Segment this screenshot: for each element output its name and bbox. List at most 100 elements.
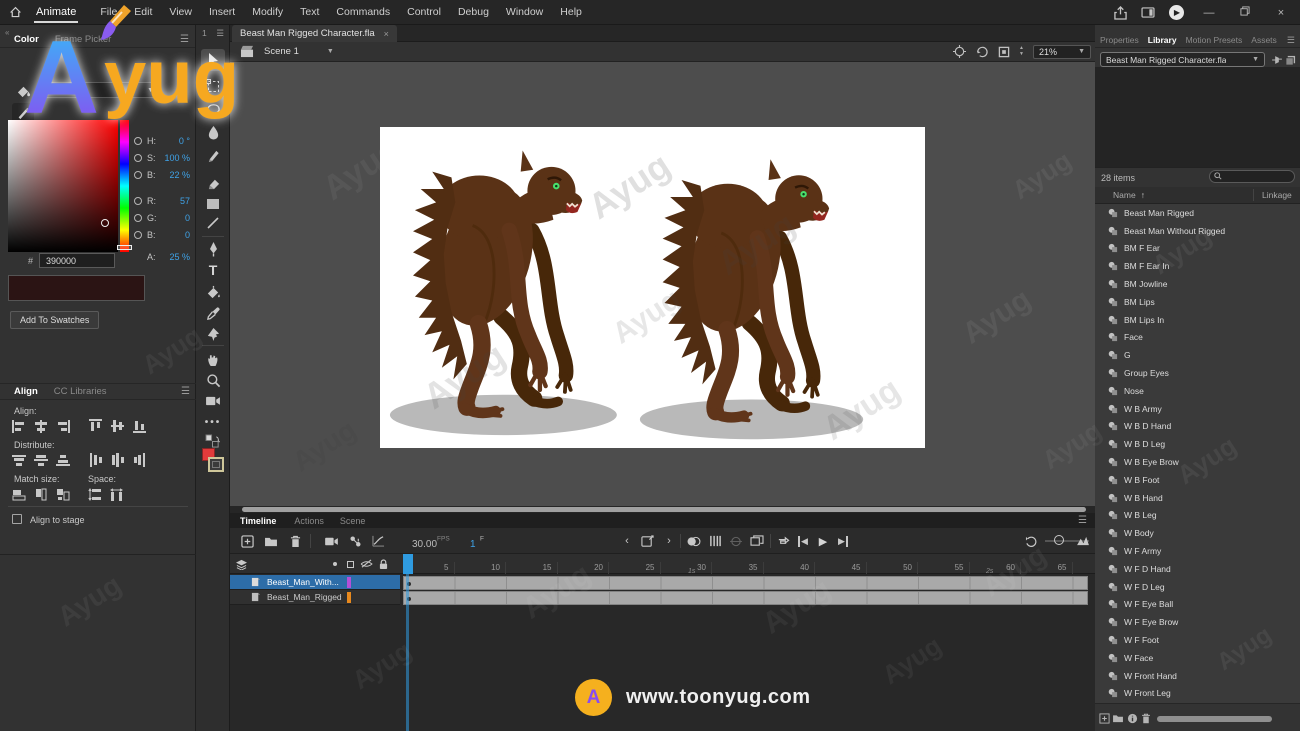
pin-library-icon[interactable] bbox=[1271, 56, 1283, 64]
stroke-color-swatch[interactable] bbox=[208, 457, 224, 472]
fluid-brush-tool[interactable] bbox=[201, 121, 225, 143]
zoom-tool[interactable] bbox=[201, 369, 225, 391]
saturation-radio[interactable] bbox=[134, 154, 142, 162]
animate-app-tab[interactable]: Animate bbox=[36, 0, 76, 25]
library-item-row[interactable]: BM F Ear In bbox=[1095, 257, 1300, 275]
graph-editor-button[interactable] bbox=[369, 532, 387, 550]
loop-playback-button[interactable] bbox=[774, 532, 792, 550]
step-forward-icon[interactable]: ▶ bbox=[834, 532, 852, 550]
current-frame-field[interactable]: 1 F bbox=[470, 534, 484, 552]
delete-layer-button[interactable] bbox=[286, 532, 304, 550]
resize-timeline-view-icon[interactable] bbox=[1074, 532, 1092, 550]
library-item-row[interactable]: W F Army bbox=[1095, 542, 1300, 560]
document-tab[interactable]: Beast Man Rigged Character.fla × bbox=[232, 25, 397, 42]
test-movie-button[interactable]: ▶ bbox=[1169, 5, 1184, 20]
library-item-row[interactable]: Nose bbox=[1095, 382, 1300, 400]
eraser-tool[interactable] bbox=[201, 172, 225, 194]
brightness-radio[interactable] bbox=[134, 171, 142, 179]
new-folder-button[interactable] bbox=[1112, 712, 1124, 724]
scrollbar-thumb[interactable] bbox=[242, 507, 1086, 512]
layer-row[interactable]: Beast_Man_Rigged bbox=[230, 590, 400, 605]
pen-tool[interactable] bbox=[201, 238, 225, 260]
space-horizontal-button[interactable] bbox=[108, 486, 126, 502]
align-to-stage-checkbox[interactable] bbox=[12, 514, 22, 524]
match-height-button[interactable] bbox=[32, 486, 50, 502]
zoom-level-dropdown[interactable]: 21% ▼ bbox=[1033, 45, 1091, 59]
space-vertical-button[interactable] bbox=[86, 486, 104, 502]
selection-tool[interactable] bbox=[201, 49, 225, 71]
tab-library[interactable]: Library bbox=[1148, 35, 1177, 45]
library-item-row[interactable]: W B Eye Brow bbox=[1095, 453, 1300, 471]
zoom-stepper[interactable]: ▲▼ bbox=[1019, 46, 1024, 57]
library-item-row[interactable]: W Body bbox=[1095, 524, 1300, 542]
tab-motion-presets[interactable]: Motion Presets bbox=[1186, 35, 1243, 45]
color-picker-marker[interactable] bbox=[101, 219, 109, 227]
close-tab-icon[interactable]: × bbox=[384, 29, 389, 39]
camera-tool[interactable] bbox=[201, 390, 225, 412]
scene-chevron-icon[interactable]: ▼ bbox=[327, 48, 334, 55]
library-item-row[interactable]: W Face bbox=[1095, 649, 1300, 667]
alpha-value[interactable]: 25 % bbox=[169, 252, 194, 262]
step-back-icon[interactable]: ◀ bbox=[794, 532, 812, 550]
free-transform-tool[interactable] bbox=[201, 75, 225, 97]
panel-menu-icon[interactable]: ☰ bbox=[1078, 515, 1087, 526]
clip-content-icon[interactable] bbox=[998, 46, 1010, 58]
beast-character-right[interactable] bbox=[638, 143, 884, 446]
menu-item[interactable]: Commands bbox=[336, 6, 390, 18]
red-radio[interactable] bbox=[134, 197, 142, 205]
brightness-value[interactable]: 22 % bbox=[169, 170, 194, 180]
frame-ruler[interactable]: 5101520253035404550556065 bbox=[403, 562, 1088, 574]
onion-skin-button[interactable] bbox=[684, 532, 702, 550]
frame-rate-field[interactable]: 30.00FPS bbox=[412, 534, 450, 552]
blue-radio[interactable] bbox=[134, 231, 142, 239]
timeline-zoom-slider[interactable] bbox=[1054, 535, 1064, 545]
menu-item[interactable]: Control bbox=[407, 6, 441, 18]
library-item-row[interactable]: W B D Leg bbox=[1095, 435, 1300, 453]
stage-horizontal-scrollbar[interactable] bbox=[230, 506, 1095, 513]
tab-properties[interactable]: Properties bbox=[1100, 35, 1139, 45]
menu-item[interactable]: File bbox=[100, 6, 117, 18]
library-item-row[interactable]: W Front Leg bbox=[1095, 685, 1300, 703]
color-type-dropdown[interactable]: color ▼ bbox=[44, 82, 160, 98]
distribute-bottom-button[interactable] bbox=[54, 452, 72, 468]
panel-menu-icon[interactable]: ☰ bbox=[180, 34, 189, 45]
library-item-row[interactable]: BM F Ear bbox=[1095, 240, 1300, 258]
distribute-right-button[interactable] bbox=[130, 452, 148, 468]
blue-value[interactable]: 0 bbox=[185, 230, 194, 240]
library-item-row[interactable]: W F Foot bbox=[1095, 631, 1300, 649]
saturation-value[interactable]: 100 % bbox=[164, 153, 194, 163]
lock-column-icon[interactable] bbox=[376, 557, 390, 571]
hue-radio[interactable] bbox=[134, 137, 142, 145]
menu-item[interactable]: Text bbox=[300, 6, 319, 18]
next-keyframe-button[interactable]: › bbox=[660, 532, 678, 550]
brush-tool[interactable] bbox=[201, 144, 225, 166]
align-bottom-button[interactable] bbox=[130, 418, 148, 434]
menu-item[interactable]: Modify bbox=[252, 6, 283, 18]
green-radio[interactable] bbox=[134, 214, 142, 222]
add-to-swatches-button[interactable]: Add To Swatches bbox=[10, 311, 99, 329]
tab-align[interactable]: Align bbox=[14, 386, 38, 397]
column-linkage[interactable]: Linkage bbox=[1262, 190, 1292, 200]
minimize-icon[interactable]: — bbox=[1198, 7, 1220, 19]
new-symbol-button[interactable] bbox=[1098, 712, 1110, 724]
menu-item[interactable]: Help bbox=[560, 6, 582, 18]
red-value[interactable]: 57 bbox=[180, 196, 194, 206]
match-width-height-button[interactable] bbox=[54, 486, 72, 502]
layer-name[interactable]: Beast_Man_With... bbox=[267, 577, 339, 587]
library-horizontal-scrollbar[interactable] bbox=[1157, 716, 1272, 722]
onion-skin-outlines-button[interactable] bbox=[706, 532, 724, 550]
menu-item[interactable]: Edit bbox=[134, 6, 152, 18]
library-item-row[interactable]: W B Leg bbox=[1095, 507, 1300, 525]
close-icon[interactable]: × bbox=[1270, 7, 1292, 19]
menu-item[interactable]: View bbox=[169, 6, 192, 18]
item-properties-button[interactable] bbox=[1126, 712, 1138, 724]
library-item-row[interactable]: W F D Hand bbox=[1095, 560, 1300, 578]
sort-ascending-icon[interactable]: ↑ bbox=[1141, 190, 1145, 200]
hex-input[interactable]: 390000 bbox=[39, 253, 115, 268]
library-item-row[interactable]: BM Lips bbox=[1095, 293, 1300, 311]
saturation-brightness-picker[interactable] bbox=[8, 120, 118, 252]
new-folder-button[interactable] bbox=[262, 532, 280, 550]
onion-skin-range-button[interactable] bbox=[727, 532, 745, 550]
show-all-column-icon[interactable] bbox=[328, 557, 342, 571]
new-library-panel-icon[interactable] bbox=[1285, 55, 1296, 66]
